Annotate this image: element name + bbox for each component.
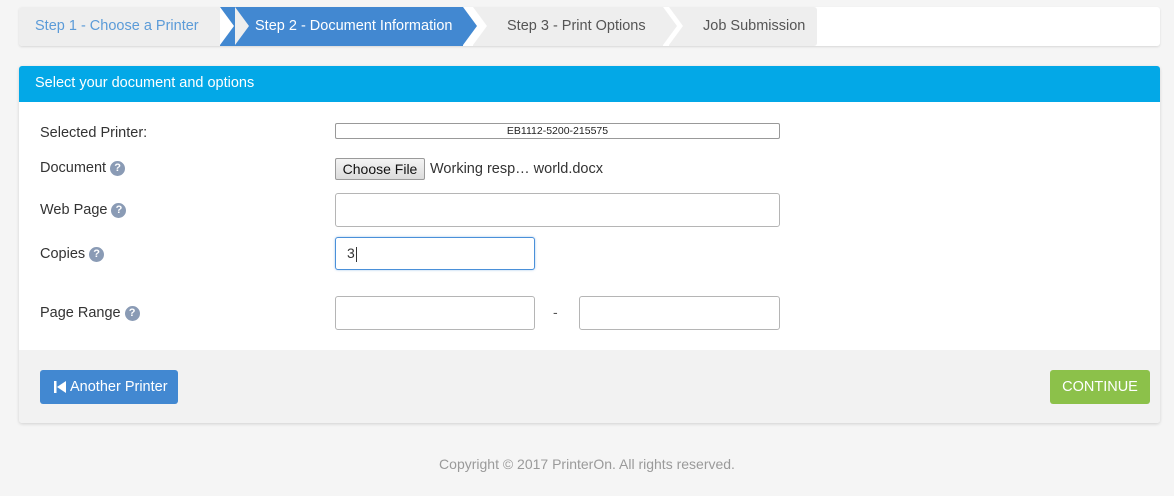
copies-input[interactable]: 3 <box>335 237 535 270</box>
step-job-submission[interactable]: Job Submission <box>669 7 817 46</box>
page-range-to-input[interactable] <box>579 296 780 330</box>
document-label-text: Document <box>40 160 107 176</box>
copies-label-text: Copies <box>40 246 86 262</box>
web-page-label: Web Page ? <box>40 202 127 218</box>
choose-file-button[interactable]: Choose File <box>335 158 425 180</box>
step-label: Step 1 - Choose a Printer <box>35 18 199 34</box>
panel-title: Select your document and options <box>19 66 1160 102</box>
step-document-information[interactable]: Step 2 - Document Information <box>220 7 477 46</box>
page-range-separator: - <box>553 304 558 320</box>
wizard-stepper: Step 1 - Choose a Printer Step 2 - Docum… <box>19 7 1160 46</box>
selected-printer-value: EB1112-5200-215575 <box>335 123 780 139</box>
step-label: Step 3 - Print Options <box>507 18 646 34</box>
document-label: Document ? <box>40 160 126 176</box>
panel-footer: Another Printer CONTINUE <box>19 350 1160 423</box>
selected-printer-label-text: Selected Printer: <box>40 125 148 141</box>
question-circle-icon[interactable]: ? <box>89 246 105 262</box>
page-range-label-text: Page Range <box>40 305 121 321</box>
selected-printer-label: Selected Printer: <box>40 125 147 141</box>
selected-file-name: Working resp… world.docx <box>430 161 603 177</box>
continue-button[interactable]: CONTINUE <box>1050 370 1150 404</box>
question-circle-icon[interactable]: ? <box>124 305 140 321</box>
web-page-input[interactable] <box>335 193 780 227</box>
copyright-text: Copyright © 2017 PrinterOn. All rights r… <box>439 456 735 472</box>
text-caret <box>355 246 357 262</box>
document-options-panel: Select your document and options Selecte… <box>19 66 1160 423</box>
step-choose-printer[interactable]: Step 1 - Choose a Printer <box>19 7 249 46</box>
page-range-label: Page Range ? <box>40 305 140 321</box>
another-printer-label: Another Printer <box>70 379 168 395</box>
step-label: Job Submission <box>703 18 806 34</box>
step-label: Step 2 - Document Information <box>255 18 453 34</box>
question-circle-icon[interactable]: ? <box>111 202 127 218</box>
question-circle-icon[interactable]: ? <box>110 160 126 176</box>
page-range-from-input[interactable] <box>335 296 535 330</box>
web-page-label-text: Web Page <box>40 202 108 218</box>
skip-back-icon <box>54 381 66 393</box>
copies-value: 3 <box>347 245 355 261</box>
copies-label: Copies ? <box>40 246 105 262</box>
step-print-options[interactable]: Step 3 - Print Options <box>473 7 677 46</box>
another-printer-button[interactable]: Another Printer <box>40 370 178 404</box>
